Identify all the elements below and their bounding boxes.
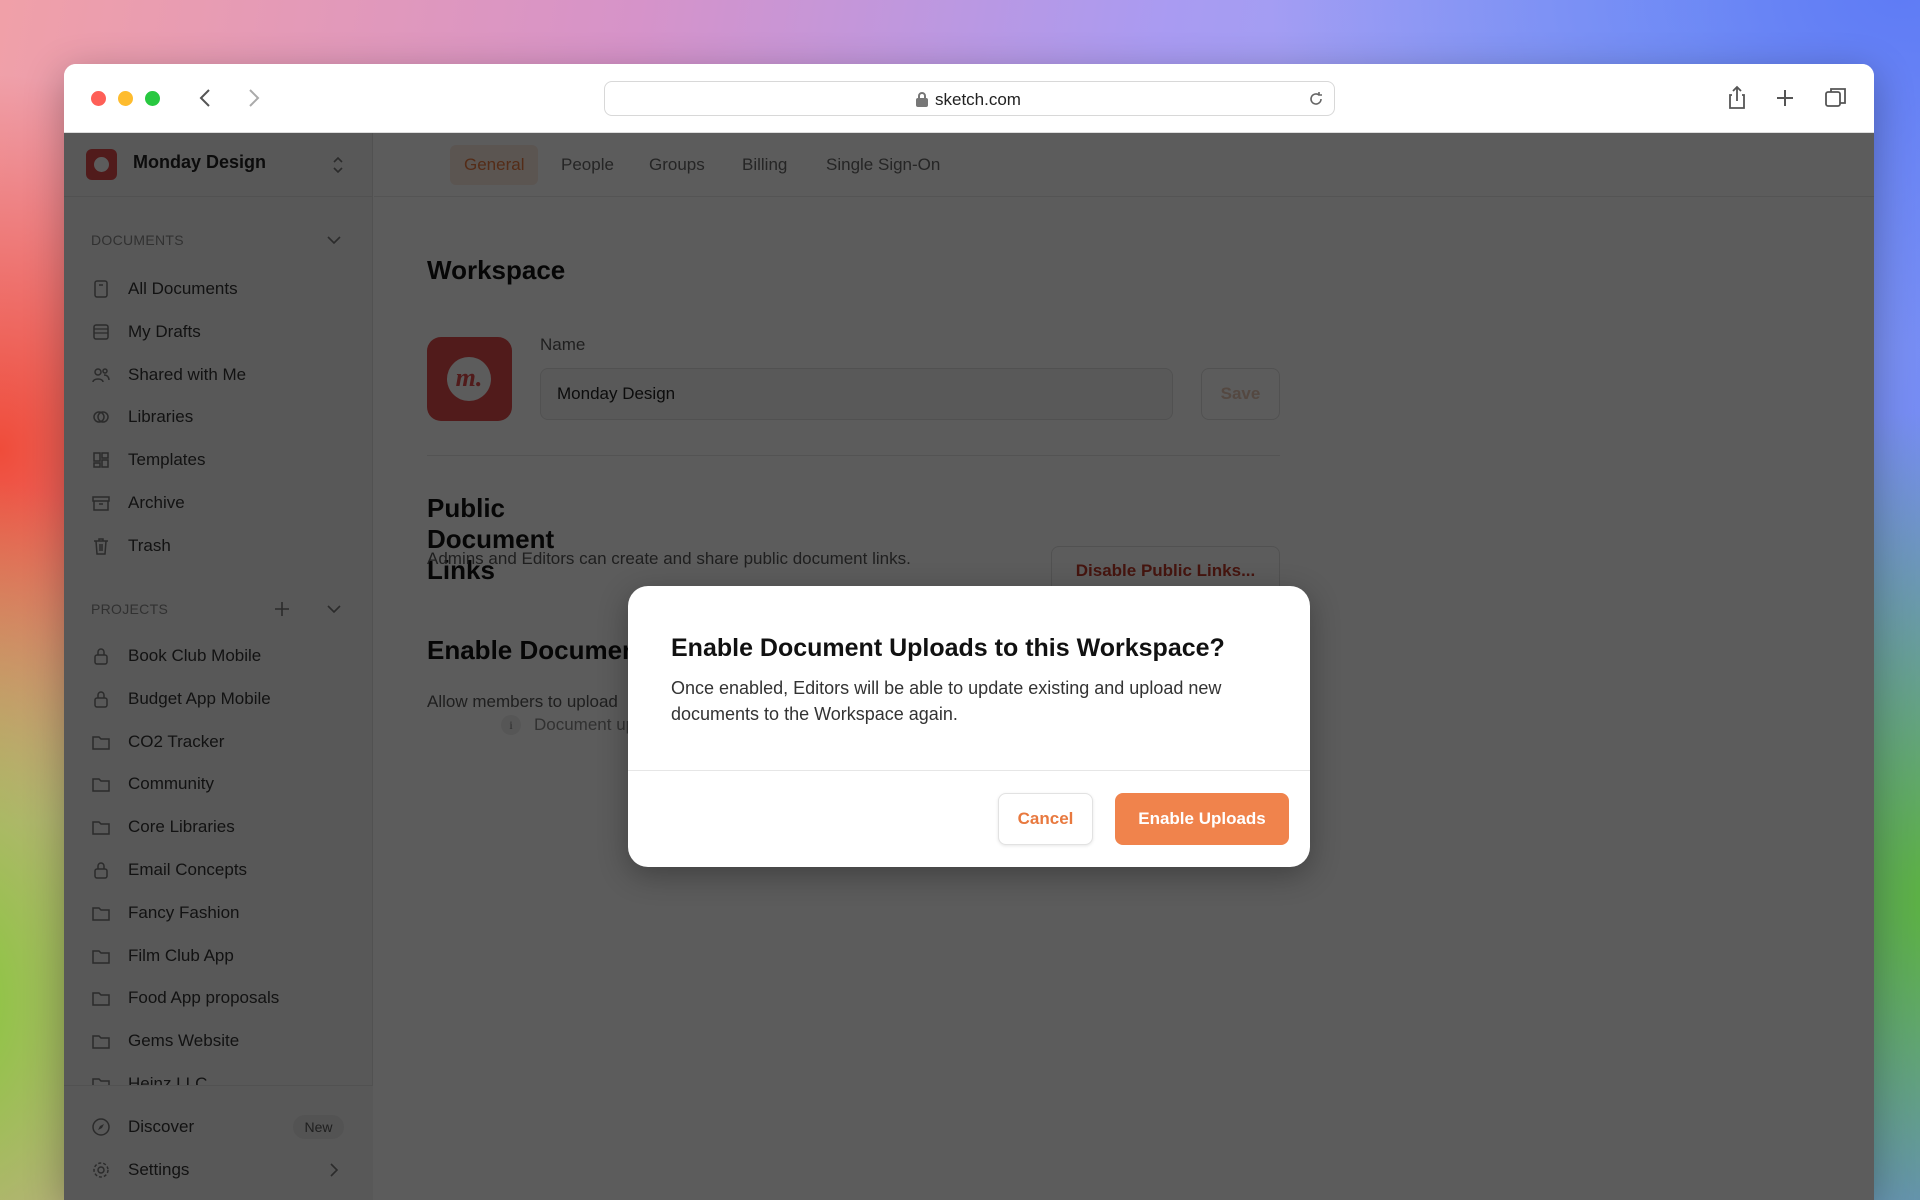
tabs-overview-icon[interactable] xyxy=(1822,84,1850,112)
divider xyxy=(427,455,1280,456)
enable-uploads-dialog: Enable Document Uploads to this Workspac… xyxy=(628,586,1310,867)
lock-icon xyxy=(94,691,108,708)
dialog-body: Once enabled, Editors will be able to up… xyxy=(671,678,1222,724)
dialog-title: Enable Document Uploads to this Workspac… xyxy=(671,634,1225,662)
chevron-right-icon xyxy=(330,1163,339,1177)
browser-toolbar: sketch.com xyxy=(64,64,1874,133)
sidebar-item[interactable]: Heinz LLC xyxy=(64,1064,373,1085)
tab-single-sign-on[interactable]: Single Sign-On xyxy=(812,145,954,185)
public-links-heading: Public Document Links xyxy=(427,493,555,585)
sidebar-item-label: Discover xyxy=(128,1117,195,1136)
url-text: sketch.com xyxy=(935,90,1021,109)
sidebar-item-label: Film Club App xyxy=(128,945,234,965)
sidebar-item-label: Core Libraries xyxy=(128,817,235,837)
sidebar-item[interactable]: Budget App Mobile xyxy=(64,679,373,719)
sidebar-item[interactable]: Community xyxy=(64,764,373,804)
enable-uploads-button[interactable]: Enable Uploads xyxy=(1115,793,1289,845)
sidebar-item[interactable]: Food App proposals xyxy=(64,978,373,1018)
address-bar[interactable]: sketch.com xyxy=(604,81,1335,116)
workspace-heading: Workspace xyxy=(427,255,566,285)
sidebar-footer: Discover New Settings xyxy=(64,1085,373,1200)
sidebar-item-label: Community xyxy=(128,774,214,794)
lock-icon xyxy=(916,92,928,107)
name-label: Name xyxy=(540,335,586,354)
folder-icon xyxy=(92,778,110,793)
sidebar-item[interactable]: Core Libraries xyxy=(64,807,373,847)
minimize-window-button[interactable] xyxy=(118,91,133,106)
sidebar-item-settings[interactable]: Settings xyxy=(64,1150,373,1190)
public-links-description: Admins and Editors can create and share … xyxy=(427,549,911,568)
sidebar-item[interactable]: Book Club Mobile xyxy=(64,636,373,676)
maximize-window-button[interactable] xyxy=(145,91,160,106)
folder-icon xyxy=(92,907,110,921)
workspace-avatar[interactable]: m. xyxy=(427,337,512,421)
tab-general[interactable]: General xyxy=(450,145,539,185)
sidebar: Monday Design DOCUMENTS All Documents My … xyxy=(64,133,373,1200)
dialog-divider xyxy=(628,770,1310,771)
tab-people[interactable]: People xyxy=(547,145,628,185)
tab-groups[interactable]: Groups xyxy=(635,145,719,185)
back-icon[interactable] xyxy=(192,84,220,112)
sidebar-item[interactable]: Fancy Fashion xyxy=(64,893,373,933)
sidebar-item-label: Book Club Mobile xyxy=(128,646,262,665)
sidebar-item[interactable]: Email Concepts xyxy=(64,850,373,890)
folder-icon xyxy=(92,949,110,964)
sidebar-item-label: Budget App Mobile xyxy=(128,688,271,708)
sidebar-item-label: CO2 Tracker xyxy=(128,731,225,751)
tab-billing[interactable]: Billing xyxy=(728,145,801,185)
close-window-button[interactable] xyxy=(91,91,106,106)
cancel-button[interactable]: Cancel xyxy=(998,793,1093,845)
sidebar-item-label: Food App proposals xyxy=(128,988,280,1008)
forward-icon[interactable] xyxy=(239,84,267,112)
gear-icon xyxy=(93,1162,109,1178)
save-button[interactable]: Save xyxy=(1201,368,1280,420)
sidebar-item[interactable]: Gems Website xyxy=(64,1021,373,1061)
folder-icon xyxy=(92,735,110,750)
lock-icon xyxy=(94,862,108,879)
new-tab-icon[interactable] xyxy=(1771,84,1799,112)
sidebar-item[interactable]: Film Club App xyxy=(64,936,373,976)
reload-icon[interactable] xyxy=(1307,90,1325,108)
sidebar-item-label: Fancy Fashion xyxy=(128,902,240,922)
sidebar-item-discover[interactable]: Discover New xyxy=(64,1107,373,1147)
sidebar-item-label: Heinz LLC xyxy=(128,1074,208,1085)
info-icon: i xyxy=(501,715,521,735)
folder-icon xyxy=(92,992,110,1007)
new-badge: New xyxy=(293,1115,344,1139)
folder-icon xyxy=(92,1078,110,1085)
workspace-name-input[interactable]: Monday Design xyxy=(540,368,1173,420)
folder-icon xyxy=(92,821,110,835)
folder-icon xyxy=(92,1035,110,1049)
sidebar-item-label: Email Concepts xyxy=(128,860,248,879)
sidebar-item[interactable]: CO2 Tracker xyxy=(64,722,373,762)
share-icon[interactable] xyxy=(1723,84,1751,112)
compass-icon xyxy=(92,1118,110,1136)
settings-tabs: General People Groups Billing Single Sig… xyxy=(374,133,1874,197)
lock-icon xyxy=(94,648,108,665)
uploads-description: Allow members to upload xyxy=(427,692,618,711)
sidebar-item-label: Settings xyxy=(128,1160,190,1179)
sidebar-item-label: Gems Website xyxy=(128,1031,240,1051)
